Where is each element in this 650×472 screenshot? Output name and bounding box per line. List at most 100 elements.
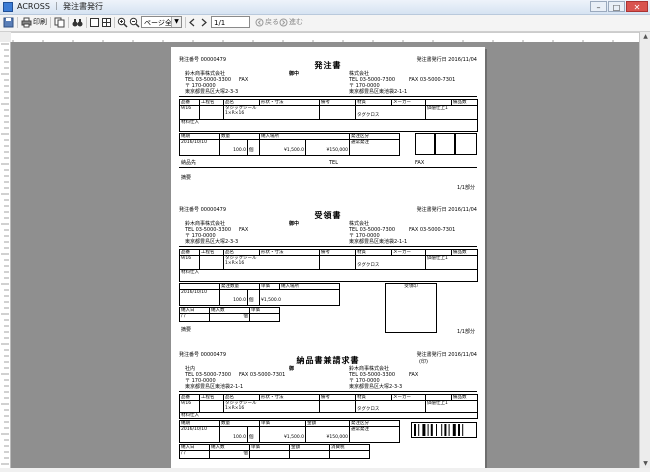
window-title: ACROSS ｜ 発注書発行 [17,2,104,11]
back-button[interactable]: 戻る [255,16,279,29]
supplier-address: 東京都豊島区大塚2-3-3 [349,384,403,390]
barcode-bar [418,424,420,436]
scroll-up-icon[interactable]: ▲ [641,32,650,41]
maximize-button[interactable]: □ [608,1,625,12]
table-cell: 価値仕上1 [426,106,478,120]
onchu-label: 御中 [289,221,300,227]
receipt-stamp-label: 受領印 [404,284,418,289]
vertical-scrollbar[interactable]: ▲ ▼ [639,32,650,468]
table-cell: 価値仕上1 [426,401,478,413]
table-cell [290,451,330,459]
company-address: 東京都豊島区東池袋2-1-1 [185,384,244,390]
print-button[interactable]: 印刷 [21,16,47,29]
title-bar: ACROSS ｜ 発注書発行 – □ ✕ [0,0,650,15]
receipt-table: 納入日 納入数 単価 金額 消費税 / / 個 [179,444,370,459]
company-fax: FAX [239,77,249,83]
supplier-address: 東京都豊島区東池袋2-1-1 [349,239,408,245]
scroll-down-icon[interactable]: ▼ [641,459,650,468]
table-cell [330,451,370,459]
grid-page-icon[interactable] [101,16,112,29]
table-cell: タジックシール 1×R×16 [224,106,320,120]
table-cell: ¥1,500.0 [260,290,340,306]
minimize-button[interactable]: – [590,1,607,12]
toolbar-separator [17,17,18,28]
table-cell [250,314,280,322]
table-cell: 100.0 [220,140,248,156]
toolbar: 印刷 ページ全体 ▼ 1/1 戻る 進む [0,15,650,32]
supplier-address: 東京都豊島区東池袋2-1-1 [349,89,408,95]
table-cell: 材料仕入 [180,120,478,132]
table-cell: ¥1,500.0 [260,427,306,443]
forward-button[interactable]: 進む [279,16,303,29]
table-cell: 2016/10/10 [180,290,220,306]
onchu-label: 御 [289,366,295,372]
back-arrow-icon [255,18,264,27]
table-cell: 9/16 [180,401,200,413]
stamp-box [455,133,477,155]
supplier-fax: FAX 03-5000-7301 [409,77,456,83]
table-cell: ¥150,000 [306,140,350,156]
table-cell: タグクロス [356,401,426,413]
chevron-down-icon[interactable]: ▼ [171,17,181,27]
table-cell: ¥150,000 [306,427,350,443]
barcode-bar [462,424,464,436]
divider [179,391,477,392]
table-cell: 個 [248,427,260,443]
barcode-bar [441,424,443,436]
issue-date: 発注書発行日 2016/11/04 [416,207,477,213]
barcode-bar [452,424,456,436]
toolbar-separator [185,17,186,28]
item-table: 品番 工程名 品名 形状・寸法 備考 材質 メーカー 備品数 9/16 タジック… [179,249,478,282]
table-cell: 100.0 [220,427,248,443]
seal-label: (印) [419,359,428,365]
table-cell: 個 [210,451,250,459]
item-shape: 1×R×16 [225,406,245,411]
next-page-icon[interactable] [199,16,208,29]
copy-icon[interactable] [54,16,65,29]
table-cell: 9/16 [180,256,200,270]
table-cell: 9/16 [180,106,200,120]
table-cell: / / [180,314,210,322]
invoice-form: 発注番号 00000479 納品書兼請求書 発注書発行日 2016/11/04 … [179,352,478,468]
table-cell [200,106,224,120]
table-cell: タグクロス [356,106,426,120]
vertical-ruler-ticks [1,43,9,465]
table-cell: タジックシール 1×R×16 [224,256,320,270]
prev-page-icon[interactable] [188,16,197,29]
forward-arrow-icon [279,18,288,27]
single-page-icon[interactable] [89,16,100,29]
print-label: 印刷 [33,18,47,26]
barcode [411,422,477,438]
zoom-in-icon[interactable] [117,16,128,29]
tel-label: TEL [329,160,338,166]
stamp-box [435,133,455,155]
company-address: 東京都豊島区大塚2-3-3 [185,89,239,95]
binoculars-icon[interactable] [72,16,83,29]
item-table: 品番 工程名 品名 形状・寸法 備考 材質 メーカー 備品数 9/16 タジック… [179,99,478,132]
table-cell: ¥1,500.0 [260,140,306,156]
toolbar-separator [114,17,115,28]
save-icon[interactable] [3,16,14,29]
zoom-out-icon[interactable] [129,16,140,29]
barcode-bar [414,424,416,436]
table-cell: / / [180,451,210,459]
company-address: 東京都豊島区大塚2-3-3 [185,239,239,245]
app-icon [3,2,13,12]
delivery-dest-label: 納品先 [181,160,197,166]
company-fax: FAX 03-5000-7301 [239,372,286,378]
onchu-label: 御中 [289,71,300,77]
stamp-box [415,133,435,155]
barcode-bar [430,424,433,436]
document-page: 発注番号 00000479 発注書 発注書発行日 2016/11/04 鈴木商事… [171,47,485,468]
table-cell [320,256,356,270]
page-number-input[interactable]: 1/1 [211,16,250,28]
supplier-fax: FAX [409,372,419,378]
zoom-select[interactable]: ページ全体 ▼ [141,16,182,28]
table-cell: 材料仕入 [180,413,478,419]
table-cell: 100.0 [220,290,248,306]
close-button[interactable]: ✕ [626,1,648,12]
receipt-stamp-box: 受領印 [385,283,437,333]
barcode-bar [436,424,437,436]
table-cell: 通常発注 [350,140,400,156]
item-shape: 1×R×16 [225,261,245,266]
